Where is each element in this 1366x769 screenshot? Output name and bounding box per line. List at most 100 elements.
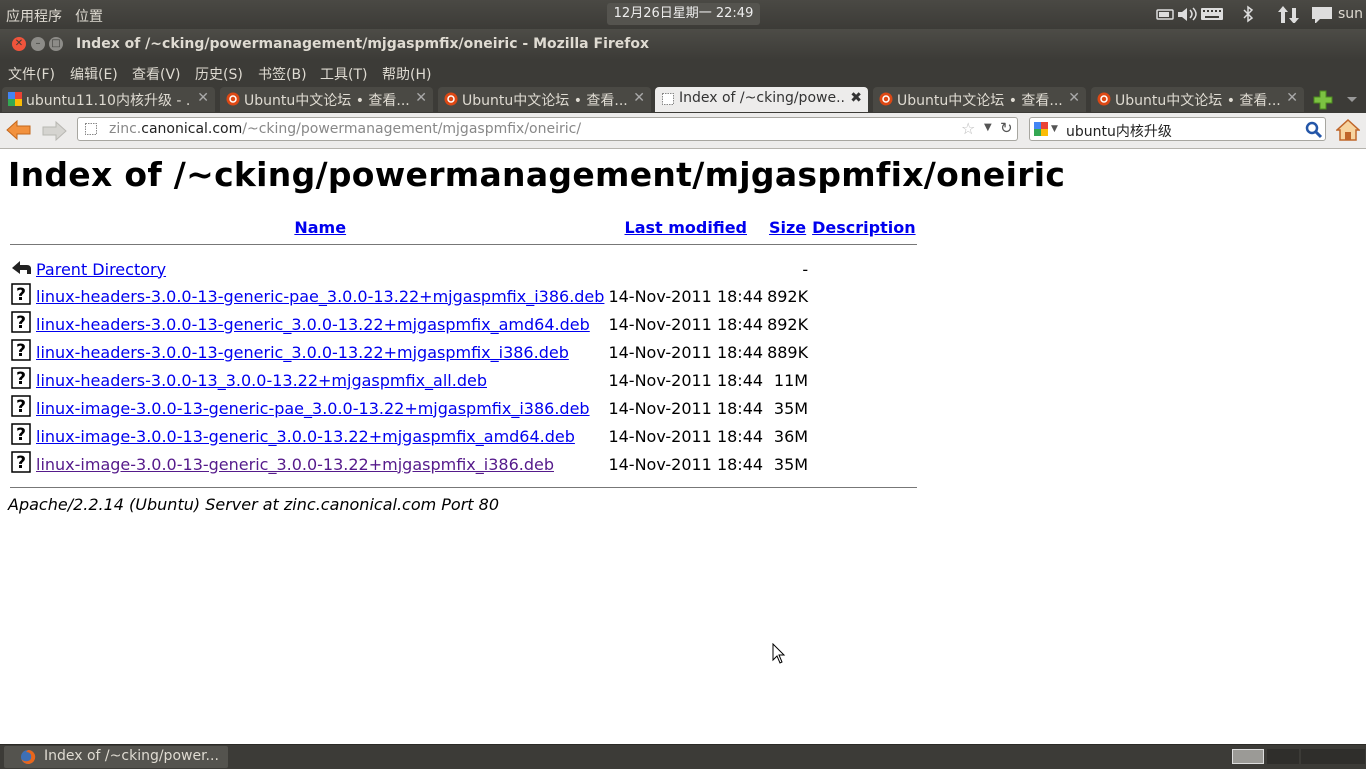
menu-help[interactable]: 帮助(H) xyxy=(382,64,431,84)
modified-cell: 14-Nov-2011 18:44 xyxy=(608,398,764,418)
tab-label: Ubuntu中文论坛 • 查看... xyxy=(1115,93,1280,109)
sort-by-name-link[interactable]: Name xyxy=(294,218,346,237)
tab[interactable]: ubuntu11.10内核升级 - ... ✕ xyxy=(2,87,215,112)
workspace-1[interactable] xyxy=(1232,749,1264,764)
close-tab-icon[interactable]: ✕ xyxy=(415,90,427,106)
maximize-window-button[interactable]: □ xyxy=(49,37,63,51)
page-content: Index of /~cking/powermanagement/mjgaspm… xyxy=(0,149,1366,744)
workspace-3[interactable] xyxy=(1301,749,1333,764)
menu-tools[interactable]: 工具(T) xyxy=(320,64,367,84)
workspace-4[interactable] xyxy=(1333,749,1365,764)
menu-edit[interactable]: 编辑(E) xyxy=(70,64,118,84)
clock[interactable]: 12月26日星期一 22:49 xyxy=(607,3,760,25)
size-cell: 889K xyxy=(767,342,809,362)
mouse-cursor-icon xyxy=(772,643,786,664)
svg-text:?: ? xyxy=(16,369,26,389)
modified-cell: 14-Nov-2011 18:44 xyxy=(608,286,764,306)
tab[interactable]: Ubuntu中文论坛 • 查看... ✕ xyxy=(438,87,651,112)
parent-directory-link[interactable]: Parent Directory xyxy=(36,260,166,279)
file-link[interactable]: linux-image-3.0.0-13-generic_3.0.0-13.22… xyxy=(36,427,575,446)
workspace-2[interactable] xyxy=(1267,749,1299,764)
sort-by-size-link[interactable]: Size xyxy=(769,218,806,237)
size-cell: 35M xyxy=(773,398,809,418)
bluetooth-icon[interactable] xyxy=(1242,5,1254,23)
home-icon[interactable] xyxy=(1336,118,1360,142)
table-row: ? linux-image-3.0.0-13-generic_3.0.0-13.… xyxy=(10,451,917,477)
google-search-engine-icon[interactable] xyxy=(1034,122,1048,136)
file-link[interactable]: linux-headers-3.0.0-13-generic_3.0.0-13.… xyxy=(36,315,590,334)
menu-bar: 文件(F) 编辑(E) 查看(V) 历史(S) 书签(B) 工具(T) 帮助(H… xyxy=(0,60,1366,86)
file-link[interactable]: linux-headers-3.0.0-13_3.0.0-13.22+mjgas… xyxy=(36,371,487,390)
tab[interactable]: Ubuntu中文论坛 • 查看... ✕ xyxy=(1091,87,1304,112)
reload-icon[interactable]: ↻ xyxy=(1000,119,1013,137)
url-bar[interactable]: zinc.canonical.com/~cking/powermanagemen… xyxy=(77,117,1018,141)
window-title: Index of /~cking/powermanagement/mjgaspm… xyxy=(76,36,650,52)
taskbar-window-item[interactable]: Index of /~cking/power... xyxy=(4,746,228,768)
menu-bookmarks[interactable]: 书签(B) xyxy=(258,64,307,84)
sort-by-description-link[interactable]: Description xyxy=(812,218,915,237)
unknown-file-icon: ? xyxy=(11,283,31,305)
search-icon[interactable] xyxy=(1305,121,1323,139)
url-text[interactable]: zinc.canonical.com/~cking/powermanagemen… xyxy=(109,121,581,137)
search-bar[interactable]: ▼ ubuntu内核升级 xyxy=(1029,117,1326,141)
search-engine-dropdown-icon[interactable]: ▼ xyxy=(1051,124,1058,134)
close-window-button[interactable]: ✕ xyxy=(12,37,26,51)
battery-volume-icon[interactable] xyxy=(1156,5,1200,23)
size-cell: 36M xyxy=(773,426,809,446)
messaging-icon[interactable] xyxy=(1310,5,1334,23)
tab-active[interactable]: Index of /~cking/powe... ✖ xyxy=(655,87,868,112)
modified-cell: 14-Nov-2011 18:44 xyxy=(608,370,764,390)
bookmark-star-icon[interactable]: ☆ xyxy=(961,119,975,138)
tab[interactable]: Ubuntu中文论坛 • 查看... ✕ xyxy=(873,87,1086,112)
unknown-file-icon: ? xyxy=(11,451,31,473)
keyboard-icon[interactable] xyxy=(1201,5,1223,23)
site-identity-icon[interactable] xyxy=(84,122,98,136)
ubuntu-icon xyxy=(1097,92,1111,106)
firefox-icon xyxy=(21,749,36,764)
search-input[interactable]: ubuntu内核升级 xyxy=(1066,121,1172,141)
modified-cell: 14-Nov-2011 18:44 xyxy=(608,314,764,334)
back-icon[interactable] xyxy=(6,119,32,141)
tab-label: Ubuntu中文论坛 • 查看... xyxy=(244,93,409,109)
close-tab-icon[interactable]: ✕ xyxy=(197,90,209,106)
file-link[interactable]: linux-headers-3.0.0-13-generic-pae_3.0.0… xyxy=(36,287,604,306)
places-menu[interactable]: 位置 xyxy=(75,6,103,26)
applications-menu[interactable]: 应用程序 xyxy=(6,6,62,26)
menu-history[interactable]: 历史(S) xyxy=(195,64,243,84)
svg-text:?: ? xyxy=(16,285,26,305)
history-dropdown-icon[interactable]: ▼ xyxy=(984,122,992,133)
file-link[interactable]: linux-image-3.0.0-13-generic-pae_3.0.0-1… xyxy=(36,399,590,418)
ubuntu-icon xyxy=(444,92,458,106)
url-domain: canonical.com xyxy=(141,121,243,137)
file-listing-table: Name Last modified Size Description Pare… xyxy=(8,215,919,490)
close-tab-icon[interactable]: ✕ xyxy=(1286,90,1298,106)
tab[interactable]: Ubuntu中文论坛 • 查看... ✕ xyxy=(220,87,433,112)
divider xyxy=(10,487,917,488)
table-row: ? linux-headers-3.0.0-13_3.0.0-13.22+mjg… xyxy=(10,367,917,393)
sort-by-modified-link[interactable]: Last modified xyxy=(625,218,748,237)
ubuntu-icon xyxy=(879,92,893,106)
list-all-tabs-icon[interactable] xyxy=(1346,96,1358,104)
file-link-visited[interactable]: linux-image-3.0.0-13-generic_3.0.0-13.22… xyxy=(36,455,554,474)
table-row: ? linux-image-3.0.0-13-generic-pae_3.0.0… xyxy=(10,395,917,421)
username[interactable]: sun xyxy=(1338,6,1363,22)
bottom-panel: Index of /~cking/power... xyxy=(0,744,1366,769)
size-cell: 35M xyxy=(773,454,809,474)
forward-icon[interactable] xyxy=(41,121,67,141)
divider xyxy=(10,244,917,245)
menu-view[interactable]: 查看(V) xyxy=(132,64,181,84)
menu-file[interactable]: 文件(F) xyxy=(8,64,55,84)
taskbar-window-label: Index of /~cking/power... xyxy=(44,748,219,764)
minimize-window-button[interactable]: – xyxy=(31,37,45,51)
file-link[interactable]: linux-headers-3.0.0-13-generic_3.0.0-13.… xyxy=(36,343,569,362)
window-titlebar[interactable]: ✕ – □ Index of /~cking/powermanagement/m… xyxy=(0,29,1366,60)
network-icon[interactable] xyxy=(1277,5,1301,23)
close-tab-icon[interactable]: ✕ xyxy=(1068,90,1080,106)
new-tab-icon[interactable] xyxy=(1313,90,1333,110)
tab-label: Index of /~cking/powe... xyxy=(679,90,844,106)
close-tab-icon[interactable]: ✕ xyxy=(633,90,645,106)
close-tab-icon[interactable]: ✖ xyxy=(850,90,862,106)
navigation-bar: zinc.canonical.com/~cking/powermanagemen… xyxy=(0,113,1366,149)
unknown-file-icon: ? xyxy=(11,339,31,361)
tab-label: Ubuntu中文论坛 • 查看... xyxy=(462,93,627,109)
